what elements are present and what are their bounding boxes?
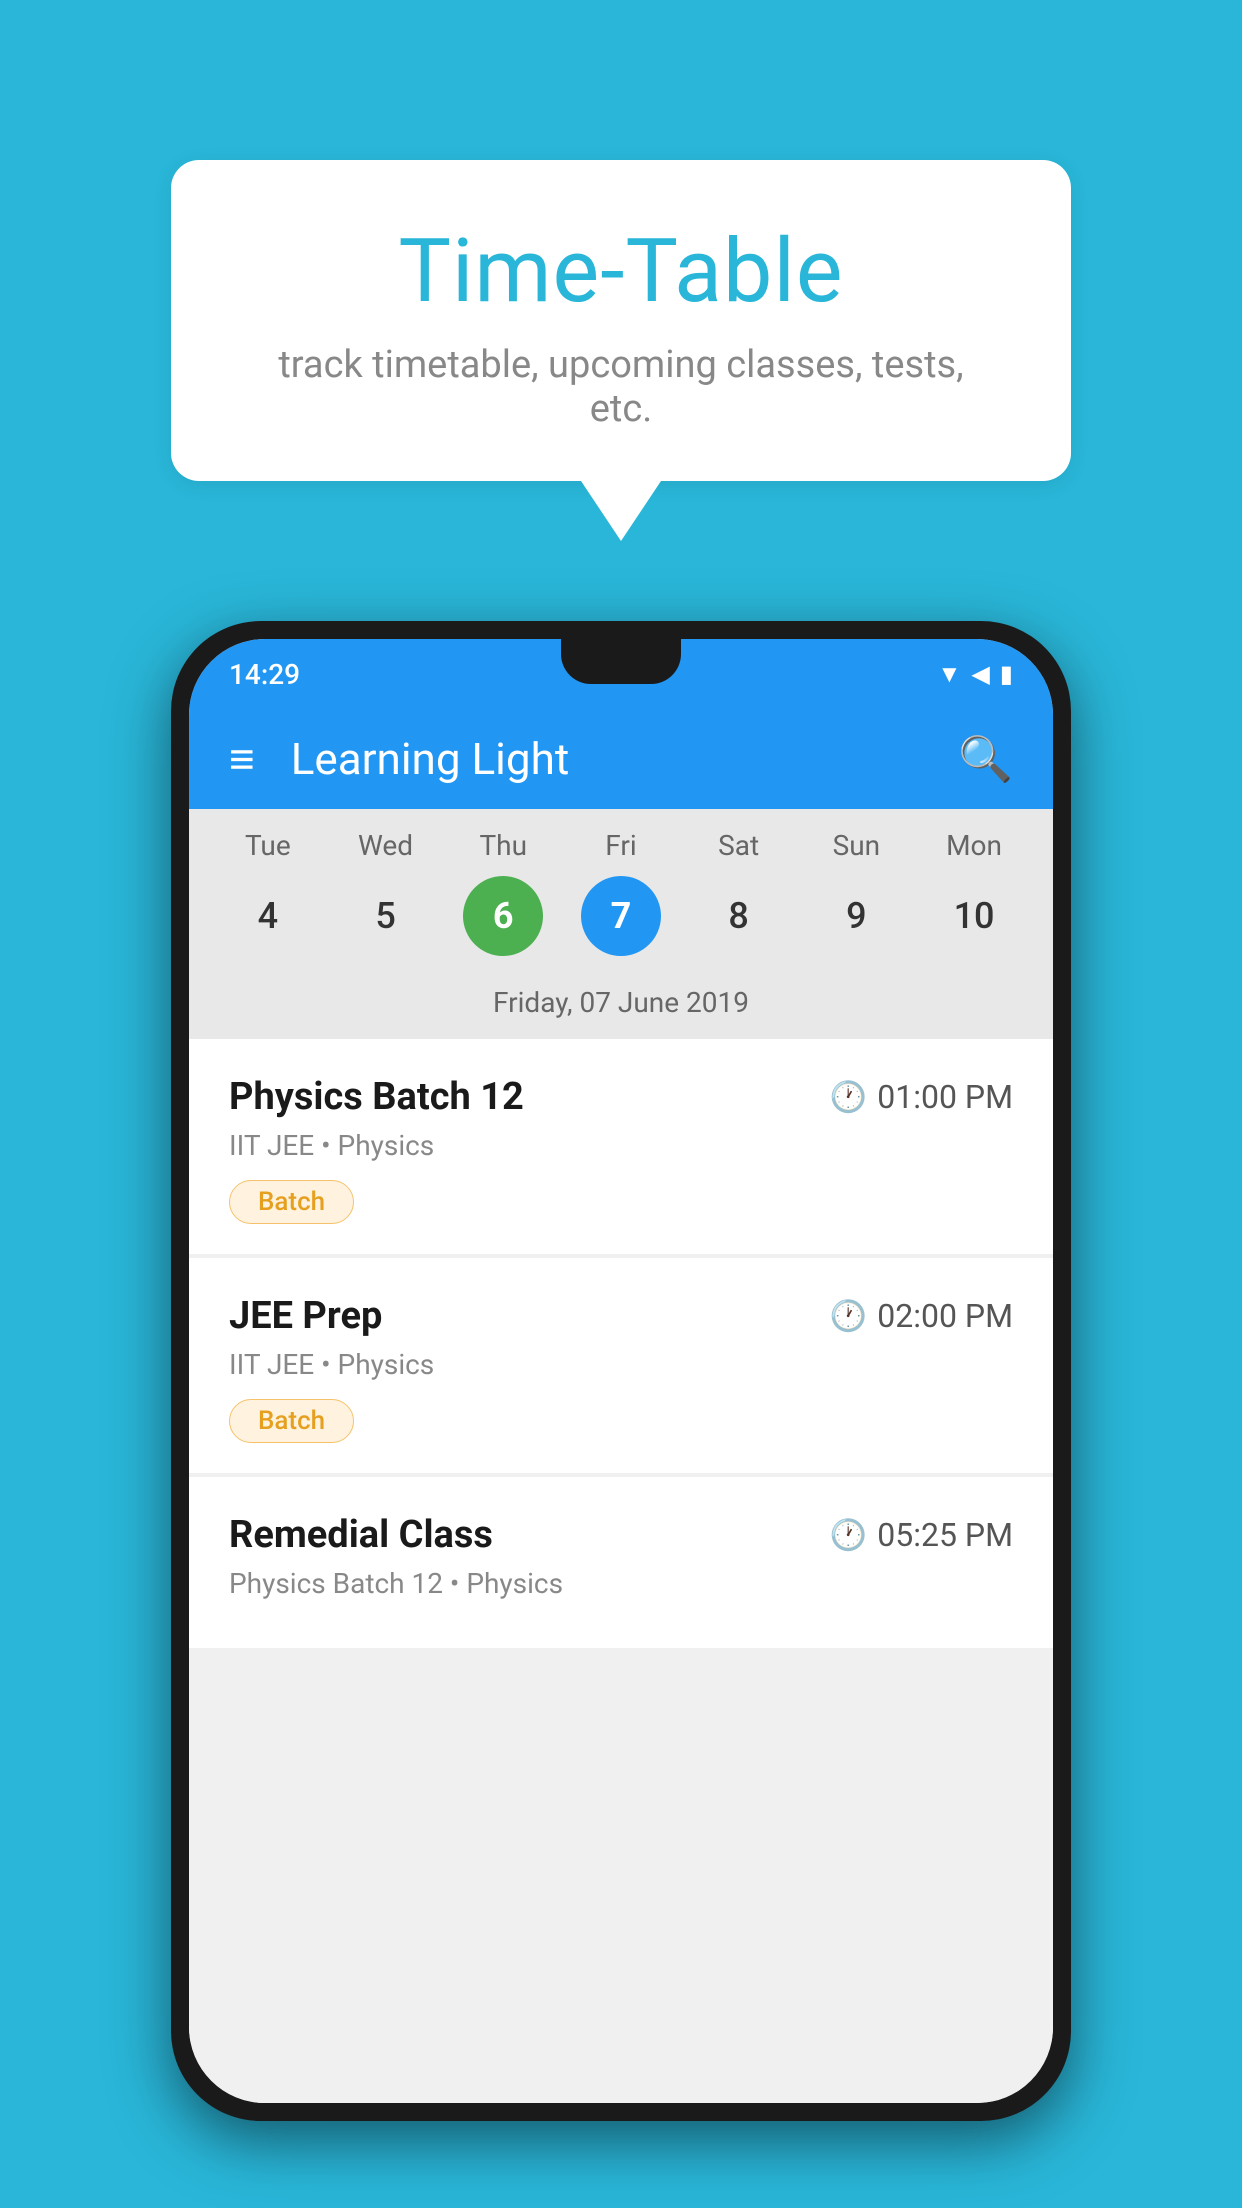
status-bar: 14:29 ▼ ◀ ▮	[189, 639, 1053, 709]
phone-notch	[561, 639, 681, 684]
class-title: Remedial Class	[229, 1513, 493, 1557]
day-name: Fri	[571, 829, 671, 862]
app-bar-title: Learning Light	[291, 733, 959, 785]
clock-icon: 🕐	[830, 1299, 867, 1334]
day-number[interactable]: 7	[581, 876, 661, 956]
hamburger-icon[interactable]: ≡	[229, 733, 255, 785]
wifi-icon: ▼	[938, 660, 962, 689]
day-names-row: Tue Wed Thu Fri Sat Sun Mon	[189, 829, 1053, 862]
phone-outer-shell: 14:29 ▼ ◀ ▮ ≡ Learning Light 🔍 Tue Wed Thu…	[171, 621, 1071, 2121]
class-meta: IIT JEE • Physics	[229, 1348, 1013, 1381]
clock-icon: 🕐	[830, 1080, 867, 1115]
day-name: Thu	[453, 829, 553, 862]
status-time: 14:29	[229, 658, 300, 691]
day-number[interactable]: 9	[816, 876, 896, 956]
bubble-pointer	[581, 481, 661, 541]
class-meta: IIT JEE • Physics	[229, 1129, 1013, 1162]
day-number[interactable]: 10	[934, 876, 1014, 956]
app-bar: ≡ Learning Light 🔍	[189, 709, 1053, 809]
batch-badge: Batch	[229, 1180, 354, 1224]
class-item[interactable]: JEE Prep 🕐 02:00 PM IIT JEE • Physics Ba…	[189, 1258, 1053, 1473]
selected-date-label: Friday, 07 June 2019	[189, 976, 1053, 1039]
class-meta: Physics Batch 12 • Physics	[229, 1567, 1013, 1600]
class-time: 🕐 05:25 PM	[830, 1516, 1013, 1554]
class-item[interactable]: Physics Batch 12 🕐 01:00 PM IIT JEE • Ph…	[189, 1039, 1053, 1254]
day-name: Sat	[689, 829, 789, 862]
class-time: 🕐 02:00 PM	[830, 1297, 1013, 1335]
day-name: Mon	[924, 829, 1024, 862]
day-name: Tue	[218, 829, 318, 862]
day-number[interactable]: 4	[228, 876, 308, 956]
class-title: JEE Prep	[229, 1294, 382, 1338]
class-title: Physics Batch 12	[229, 1075, 524, 1119]
day-name: Wed	[336, 829, 436, 862]
status-icons: ▼ ◀ ▮	[938, 660, 1013, 689]
bubble-subtitle: track timetable, upcoming classes, tests…	[251, 343, 991, 431]
phone-mockup: 14:29 ▼ ◀ ▮ ≡ Learning Light 🔍 Tue Wed Thu…	[171, 621, 1071, 2121]
class-item-header: Physics Batch 12 🕐 01:00 PM	[229, 1075, 1013, 1119]
phone-screen: 14:29 ▼ ◀ ▮ ≡ Learning Light 🔍 Tue Wed Thu…	[189, 639, 1053, 2103]
day-number[interactable]: 5	[346, 876, 426, 956]
class-item[interactable]: Remedial Class 🕐 05:25 PM Physics Batch …	[189, 1477, 1053, 1648]
calendar-strip: Tue Wed Thu Fri Sat Sun Mon 456789 10 Friday, 0…	[189, 809, 1053, 1039]
class-time: 🕐 01:00 PM	[830, 1078, 1013, 1116]
class-item-header: Remedial Class 🕐 05:25 PM	[229, 1513, 1013, 1557]
day-number[interactable]: 8	[699, 876, 779, 956]
search-icon[interactable]: 🔍	[958, 733, 1013, 785]
day-name: Sun	[806, 829, 906, 862]
speech-bubble-card: Time-Table track timetable, upcoming cla…	[171, 160, 1071, 481]
class-item-header: JEE Prep 🕐 02:00 PM	[229, 1294, 1013, 1338]
day-number[interactable]: 6	[463, 876, 543, 956]
signal-icon: ◀	[971, 660, 989, 688]
battery-icon: ▮	[1000, 660, 1013, 688]
classes-list: Physics Batch 12 🕐 01:00 PM IIT JEE • Ph…	[189, 1039, 1053, 2103]
day-numbers-row: 456789 10	[189, 862, 1053, 976]
speech-bubble-section: Time-Table track timetable, upcoming cla…	[171, 160, 1071, 541]
bubble-title: Time-Table	[251, 220, 991, 323]
clock-icon: 🕐	[830, 1518, 867, 1553]
batch-badge: Batch	[229, 1399, 354, 1443]
